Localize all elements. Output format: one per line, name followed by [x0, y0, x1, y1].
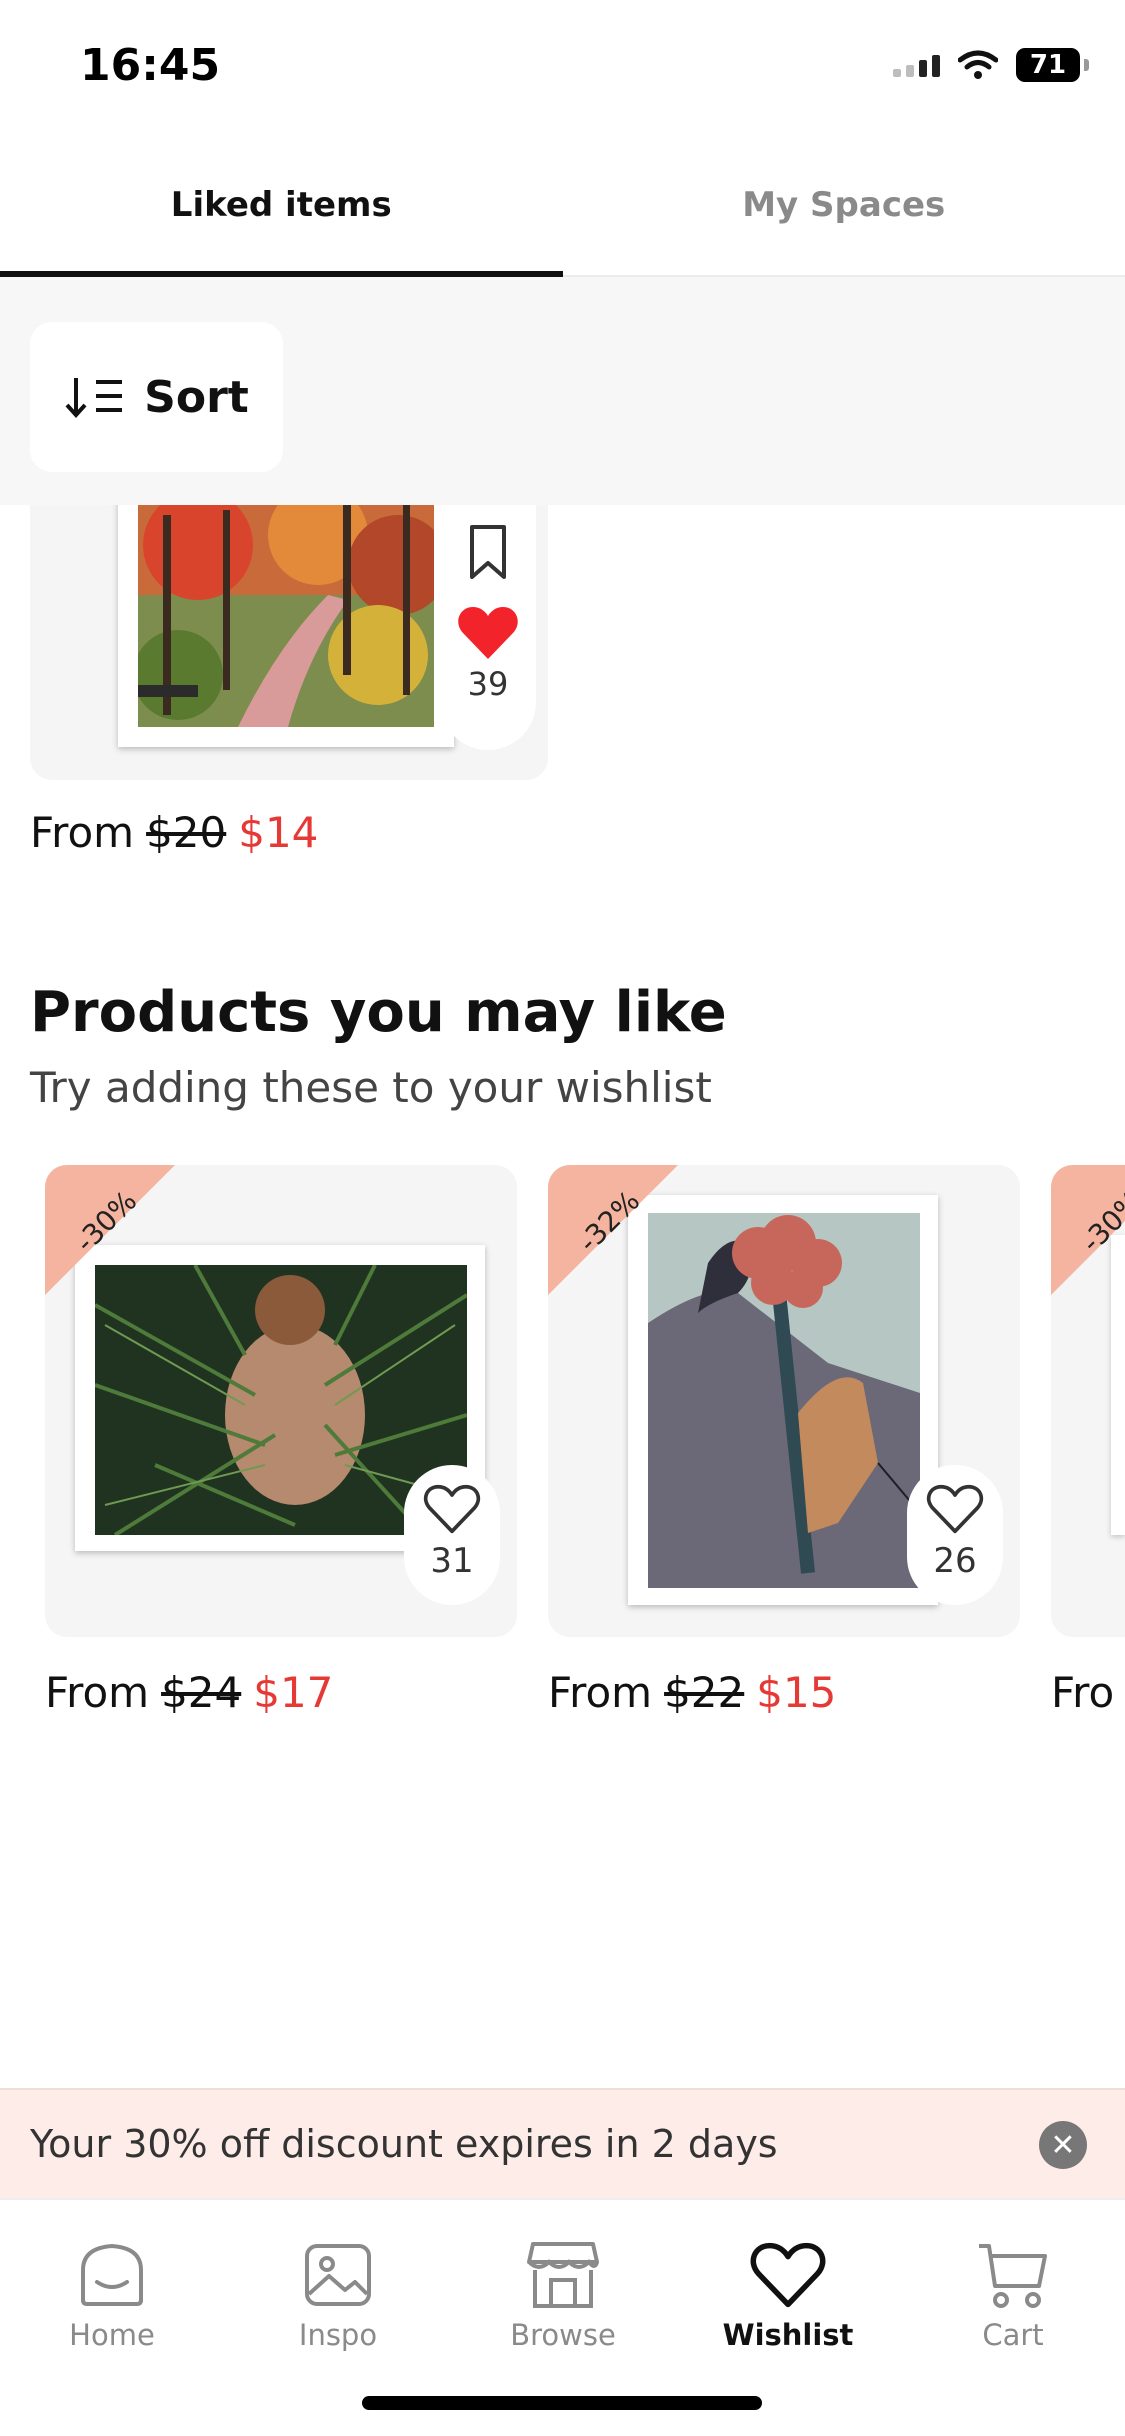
- discount-banner[interactable]: Your 30% off discount expires in 2 days …: [0, 2088, 1125, 2198]
- favorite-bubble[interactable]: 31: [404, 1465, 500, 1605]
- home-indicator[interactable]: [362, 2396, 762, 2410]
- heart-outline-icon[interactable]: [926, 1483, 984, 1535]
- cart-icon: [979, 2244, 1047, 2308]
- tab-liked-items[interactable]: Liked items: [0, 135, 563, 277]
- status-time: 16:45: [80, 40, 221, 91]
- price-prefix: From: [548, 1668, 653, 1717]
- old-price: $24: [161, 1668, 242, 1717]
- wifi-icon: [958, 50, 998, 79]
- nav-label: Browse: [510, 2318, 616, 2352]
- liked-item-artwork: [138, 505, 434, 727]
- heart-filled-icon[interactable]: [457, 605, 519, 661]
- nav-item-wishlist[interactable]: Wishlist: [708, 2240, 868, 2352]
- section-subtitle: Try adding these to your wishlist: [30, 1063, 712, 1112]
- nav-label: Wishlist: [722, 2318, 854, 2352]
- sort-label: Sort: [144, 371, 249, 423]
- favorite-bubble[interactable]: 26: [907, 1465, 1003, 1605]
- nav-item-home[interactable]: Home: [32, 2240, 192, 2352]
- liked-item-frame: [118, 505, 454, 747]
- cellular-signal-icon: [893, 53, 940, 77]
- price-prefix: From: [45, 1668, 150, 1717]
- close-icon[interactable]: ✕: [1039, 2121, 1087, 2169]
- product-artwork: [648, 1213, 920, 1588]
- like-count: 39: [467, 665, 509, 703]
- old-price: $20: [146, 808, 227, 857]
- product-card[interactable]: -30% 31: [45, 1165, 517, 1637]
- status-icons: 71: [893, 48, 1089, 82]
- sale-price: $17: [253, 1668, 334, 1717]
- section-title: Products you may like: [30, 980, 727, 1045]
- liked-item-actions: 39: [440, 505, 536, 750]
- nav-label: Inspo: [298, 2318, 378, 2352]
- nav-label: Cart: [982, 2318, 1044, 2352]
- nav-item-cart[interactable]: Cart: [933, 2240, 1093, 2352]
- product-price: From $22 $15: [548, 1668, 836, 1717]
- heart-icon: [750, 2242, 826, 2308]
- price-prefix: Fro: [1051, 1668, 1115, 1717]
- nav-label: Home: [69, 2318, 155, 2352]
- sale-price: $15: [756, 1668, 837, 1717]
- like-count: 31: [430, 1541, 474, 1581]
- old-price: $22: [664, 1668, 745, 1717]
- tab-my-spaces[interactable]: My Spaces: [563, 135, 1125, 275]
- store-icon: [527, 2242, 599, 2308]
- discount-banner-text: Your 30% off discount expires in 2 days: [30, 2122, 778, 2166]
- like-count: 26: [933, 1541, 977, 1581]
- nav-item-inspo[interactable]: Inspo: [258, 2240, 418, 2352]
- image-icon: [305, 2244, 371, 2306]
- nav-item-browse[interactable]: Browse: [483, 2240, 643, 2352]
- sort-icon: [65, 378, 123, 418]
- product-price: Fro: [1051, 1668, 1125, 1717]
- sort-button[interactable]: Sort: [30, 322, 283, 472]
- product-frame: [1111, 1235, 1125, 1535]
- price-prefix: From: [30, 808, 135, 857]
- wishlist-tabs: Liked items My Spaces: [0, 135, 1125, 277]
- battery-icon: 71: [1016, 48, 1089, 82]
- liked-item-price: From $20 $14: [30, 808, 318, 857]
- heart-outline-icon[interactable]: [423, 1483, 481, 1535]
- status-bar: 16:45 71: [0, 0, 1125, 135]
- product-card[interactable]: -30%: [1051, 1165, 1125, 1637]
- sort-bar: Sort: [0, 277, 1125, 505]
- liked-item-card[interactable]: 39: [30, 505, 548, 780]
- bookmark-icon[interactable]: [464, 523, 512, 581]
- product-price: From $24 $17: [45, 1668, 333, 1717]
- product-card[interactable]: -32% 26: [548, 1165, 1020, 1637]
- sale-price: $14: [238, 808, 319, 857]
- home-icon: [81, 2243, 143, 2306]
